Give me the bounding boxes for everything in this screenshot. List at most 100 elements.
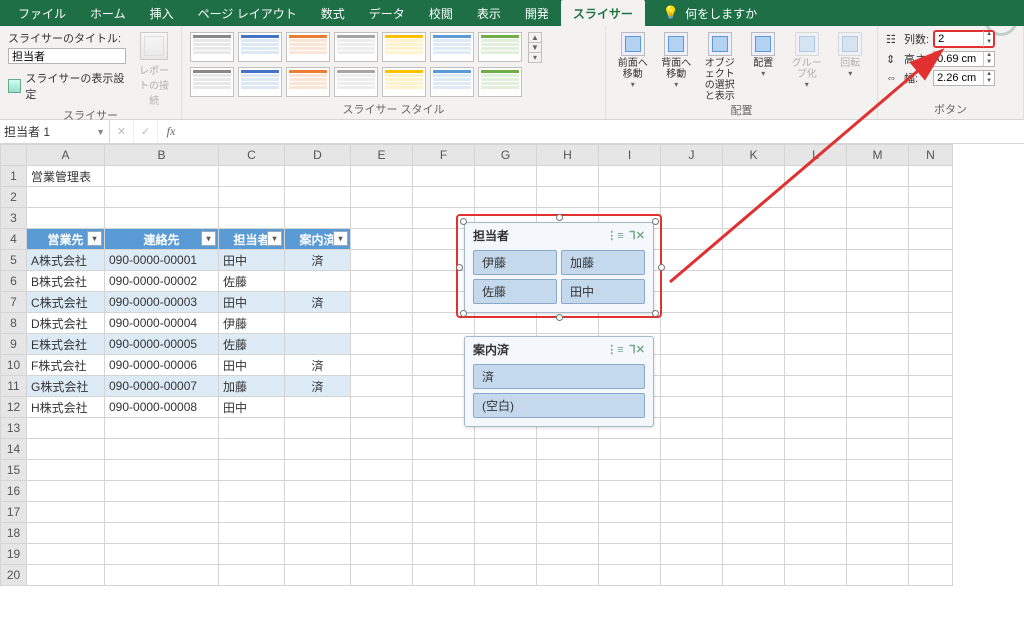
cell[interactable] bbox=[285, 502, 351, 523]
style-thumb[interactable] bbox=[478, 67, 522, 97]
cell[interactable] bbox=[351, 523, 413, 544]
table-cell[interactable]: H株式会社 bbox=[27, 397, 105, 418]
slicer-tantousha[interactable]: 担当者 ⋮≡ ⅂✕ 伊藤加藤佐藤田中 bbox=[464, 222, 654, 313]
cell[interactable] bbox=[599, 523, 661, 544]
cell[interactable] bbox=[105, 439, 219, 460]
cell[interactable] bbox=[847, 544, 909, 565]
row-header[interactable]: 4 bbox=[1, 229, 27, 250]
col-header[interactable]: G bbox=[475, 145, 537, 166]
cell[interactable] bbox=[661, 460, 723, 481]
col-header[interactable]: K bbox=[723, 145, 785, 166]
cell[interactable] bbox=[847, 166, 909, 187]
cell[interactable] bbox=[105, 523, 219, 544]
cell[interactable] bbox=[785, 481, 847, 502]
cell[interactable] bbox=[847, 187, 909, 208]
slicer-title-input[interactable] bbox=[8, 48, 126, 64]
cell[interactable] bbox=[105, 460, 219, 481]
table-cell[interactable]: 田中 bbox=[219, 250, 285, 271]
cell[interactable] bbox=[285, 418, 351, 439]
cell[interactable] bbox=[105, 418, 219, 439]
cell[interactable] bbox=[285, 565, 351, 586]
cell[interactable] bbox=[909, 166, 953, 187]
cell[interactable] bbox=[285, 187, 351, 208]
style-thumb[interactable] bbox=[430, 32, 474, 62]
cell[interactable] bbox=[285, 460, 351, 481]
col-header[interactable]: J bbox=[661, 145, 723, 166]
cell[interactable] bbox=[723, 355, 785, 376]
clear-filter-icon[interactable]: ⅂✕ bbox=[630, 229, 645, 242]
table-header[interactable]: 案内済▾ bbox=[285, 229, 351, 250]
cell[interactable] bbox=[909, 355, 953, 376]
cell[interactable] bbox=[723, 250, 785, 271]
bring-forward-button[interactable]: 前面へ移動▾ bbox=[614, 30, 652, 89]
col-header[interactable]: D bbox=[285, 145, 351, 166]
cell[interactable] bbox=[413, 166, 475, 187]
cell[interactable] bbox=[219, 166, 285, 187]
table-cell[interactable]: 090-0000-00007 bbox=[105, 376, 219, 397]
style-thumb[interactable] bbox=[286, 32, 330, 62]
cell[interactable] bbox=[105, 208, 219, 229]
cell[interactable] bbox=[847, 460, 909, 481]
cell[interactable] bbox=[351, 544, 413, 565]
cell[interactable] bbox=[351, 565, 413, 586]
cell[interactable] bbox=[847, 481, 909, 502]
cell[interactable] bbox=[847, 502, 909, 523]
cell[interactable] bbox=[219, 208, 285, 229]
chevron-down-icon[interactable]: ▼ bbox=[96, 127, 105, 137]
cell[interactable] bbox=[285, 544, 351, 565]
slicer-styles-gallery[interactable]: ▲▼▾ bbox=[190, 30, 585, 97]
table-cell[interactable]: 佐藤 bbox=[219, 271, 285, 292]
col-header[interactable]: N bbox=[909, 145, 953, 166]
cell[interactable] bbox=[661, 397, 723, 418]
row-header[interactable]: 9 bbox=[1, 334, 27, 355]
cell[interactable] bbox=[475, 544, 537, 565]
style-thumb[interactable] bbox=[286, 67, 330, 97]
cell[interactable] bbox=[599, 544, 661, 565]
slicer-item[interactable]: 加藤 bbox=[561, 250, 645, 275]
style-thumb[interactable] bbox=[238, 32, 282, 62]
select-all-corner[interactable] bbox=[1, 145, 27, 166]
cell[interactable] bbox=[285, 523, 351, 544]
cell[interactable] bbox=[537, 460, 599, 481]
cell[interactable] bbox=[27, 418, 105, 439]
cell[interactable] bbox=[105, 481, 219, 502]
cell[interactable] bbox=[413, 460, 475, 481]
cell[interactable] bbox=[785, 334, 847, 355]
cell[interactable] bbox=[285, 481, 351, 502]
cell[interactable] bbox=[413, 565, 475, 586]
cell[interactable] bbox=[661, 418, 723, 439]
spinner[interactable]: ▲▼ bbox=[983, 52, 994, 66]
tell-me[interactable]: 💡 何をしますか bbox=[663, 0, 757, 26]
cell[interactable] bbox=[723, 523, 785, 544]
table-header[interactable]: 担当者▾ bbox=[219, 229, 285, 250]
row-header[interactable]: 14 bbox=[1, 439, 27, 460]
cell[interactable] bbox=[27, 544, 105, 565]
table-cell[interactable]: C株式会社 bbox=[27, 292, 105, 313]
slicer-item[interactable]: (空白) bbox=[473, 393, 645, 418]
cell[interactable] bbox=[219, 418, 285, 439]
tab-formulas[interactable]: 数式 bbox=[309, 0, 357, 26]
cell[interactable] bbox=[785, 523, 847, 544]
cell[interactable] bbox=[785, 502, 847, 523]
table-cell[interactable]: 090-0000-00003 bbox=[105, 292, 219, 313]
cell[interactable] bbox=[27, 565, 105, 586]
row-header[interactable]: 8 bbox=[1, 313, 27, 334]
cell[interactable] bbox=[661, 187, 723, 208]
table-cell[interactable]: 090-0000-00006 bbox=[105, 355, 219, 376]
cell[interactable] bbox=[537, 565, 599, 586]
cell[interactable] bbox=[723, 271, 785, 292]
cell[interactable] bbox=[661, 166, 723, 187]
cell[interactable] bbox=[661, 523, 723, 544]
cell[interactable] bbox=[599, 460, 661, 481]
cell[interactable] bbox=[413, 544, 475, 565]
align-button[interactable]: 配置▾ bbox=[745, 30, 783, 78]
cell[interactable] bbox=[413, 481, 475, 502]
row-header[interactable]: 7 bbox=[1, 292, 27, 313]
slicer-annaizumi[interactable]: 案内済 ⋮≡ ⅂✕ 済(空白) bbox=[464, 336, 654, 427]
tab-insert[interactable]: 挿入 bbox=[138, 0, 186, 26]
cell[interactable] bbox=[475, 502, 537, 523]
row-header[interactable]: 2 bbox=[1, 187, 27, 208]
cell[interactable] bbox=[785, 376, 847, 397]
worksheet-grid[interactable]: A B C D E F G H I J K L M N 1営業管理表234営業先… bbox=[0, 144, 1024, 586]
cell[interactable] bbox=[847, 439, 909, 460]
